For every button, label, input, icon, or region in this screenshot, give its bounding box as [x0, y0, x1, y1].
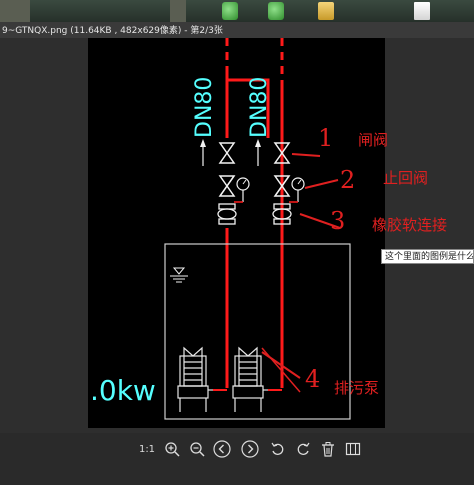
annotation-label-sewage-pump: 排污泵	[334, 379, 380, 397]
zoom-in-button[interactable]	[162, 439, 182, 459]
trash-icon	[322, 442, 334, 457]
rotate-left-button[interactable]	[268, 439, 288, 459]
zoom-out-icon	[190, 442, 205, 457]
annotation-arrow-1	[291, 153, 321, 157]
viewer-toolbar: 1:1	[0, 433, 474, 485]
delete-button[interactable]	[318, 439, 338, 459]
rotate-right-button[interactable]	[293, 439, 313, 459]
chevron-left-icon	[213, 440, 231, 458]
annotation-overlay	[261, 153, 341, 393]
chevron-right-icon	[241, 440, 259, 458]
annotation-label-gate-valve: 闸阀	[358, 131, 389, 149]
annotation-number-3: 3	[330, 207, 346, 235]
gallery-icon	[345, 442, 361, 456]
previous-button[interactable]	[212, 439, 232, 459]
annotation-number-4: 4	[305, 365, 321, 393]
annotation-label-check-valve: 止回阀	[383, 169, 429, 187]
annotation-label-rubber-joint: 橡胶软连接	[372, 216, 448, 234]
zoom-out-button[interactable]	[187, 439, 207, 459]
tooltip: 这个里面的图例是什么意	[381, 249, 474, 264]
actual-size-button[interactable]: 1:1	[137, 439, 157, 459]
annotation-arrow-4b	[261, 347, 301, 393]
rotate-right-icon	[297, 442, 310, 455]
annotation-arrow-2	[304, 179, 339, 189]
next-button[interactable]	[240, 439, 260, 459]
rotate-left-icon	[271, 442, 284, 455]
zoom-in-icon	[165, 442, 180, 457]
annotation-number-2: 2	[340, 166, 356, 194]
gallery-button[interactable]	[343, 439, 363, 459]
annotation-number-1: 1	[318, 124, 334, 152]
annotation-arrow-4	[261, 351, 301, 379]
